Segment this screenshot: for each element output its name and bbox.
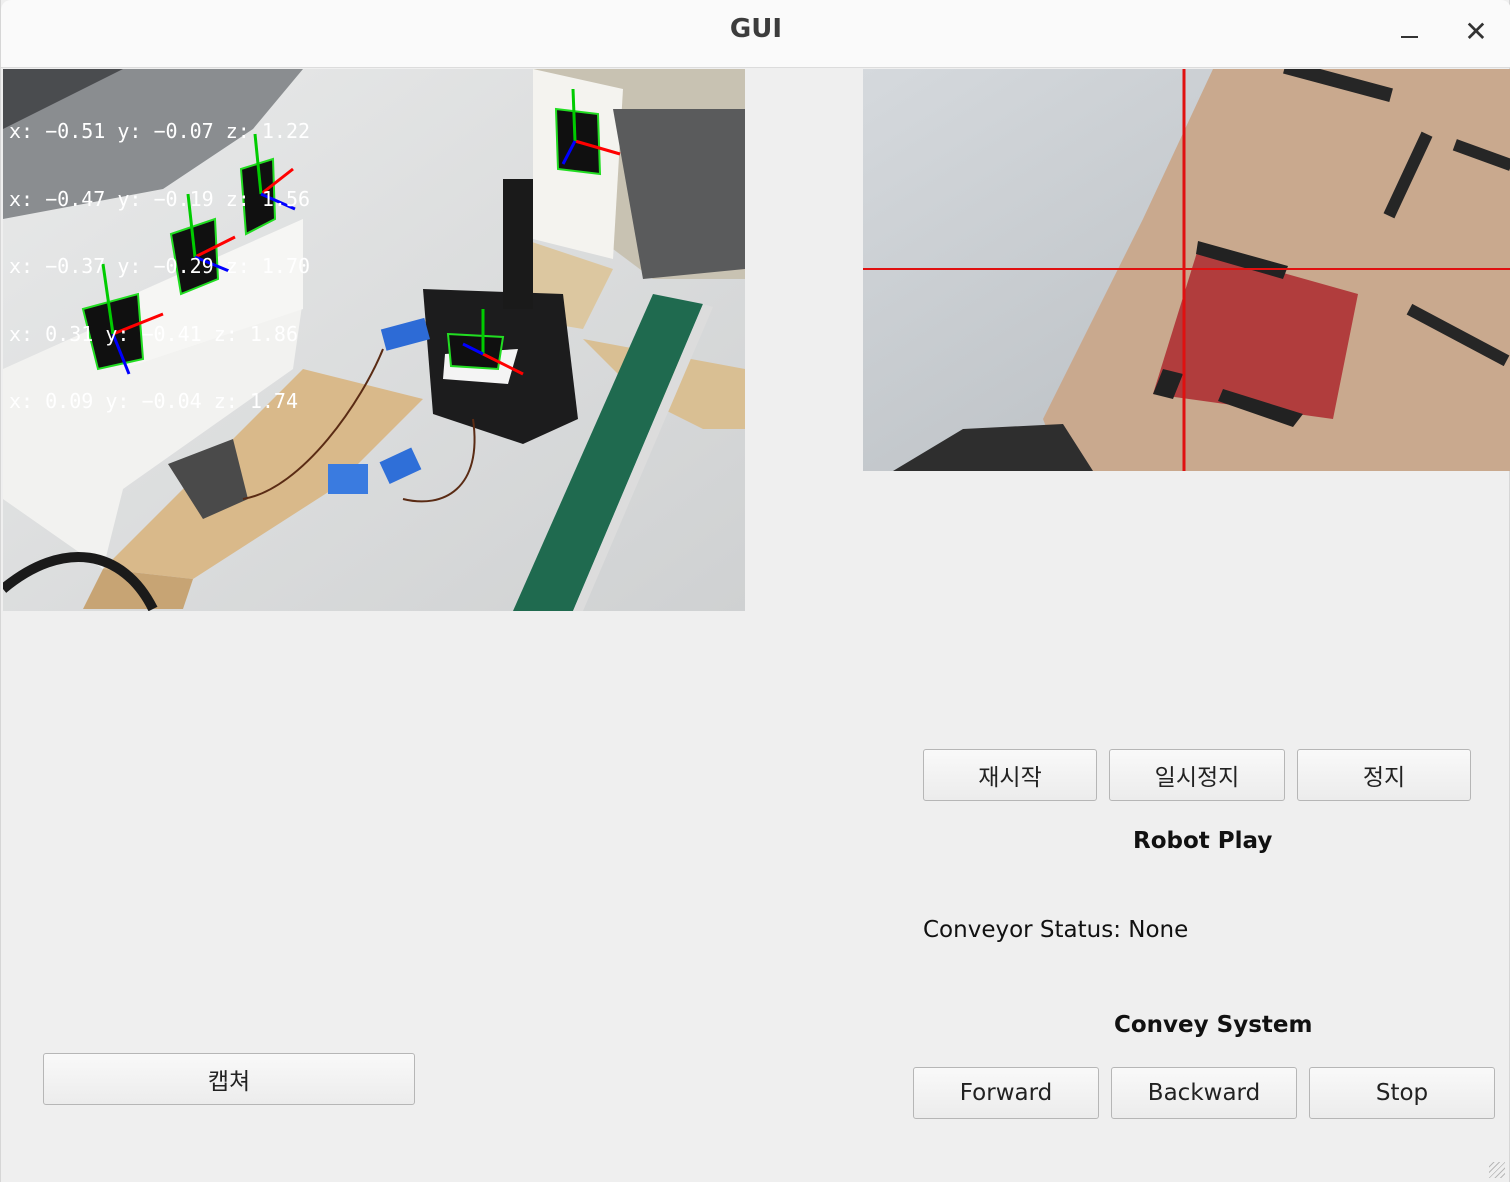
pose-readout: x: −0.51 y: −0.07 z: 1.22 bbox=[9, 119, 311, 143]
capture-button[interactable]: 캡쳐 bbox=[43, 1053, 415, 1105]
convey-system-title: Convey System bbox=[1114, 1012, 1313, 1038]
pose-readout: x: 0.09 y: −0.04 z: 1.74 bbox=[9, 389, 298, 413]
window-title: GUI bbox=[729, 14, 783, 44]
conveyor-backward-button[interactable]: Backward bbox=[1111, 1067, 1297, 1119]
minimize-icon[interactable] bbox=[1391, 16, 1427, 52]
conveyor-stop-button[interactable]: Stop bbox=[1309, 1067, 1495, 1119]
robot-stop-button[interactable]: 정지 bbox=[1297, 749, 1471, 801]
robot-play-title: Robot Play bbox=[1133, 828, 1273, 854]
pause-button[interactable]: 일시정지 bbox=[1109, 749, 1285, 801]
secondary-camera-feed bbox=[863, 69, 1510, 471]
pose-readout: x: −0.47 y: −0.19 z: 1.56 bbox=[9, 186, 311, 211]
secondary-camera-image bbox=[863, 69, 1510, 471]
resize-grip[interactable] bbox=[1489, 1162, 1505, 1178]
conveyor-status: Conveyor Status: None bbox=[923, 917, 1189, 943]
restart-button[interactable]: 재시작 bbox=[923, 749, 1097, 801]
close-icon[interactable]: ✕ bbox=[1458, 16, 1494, 52]
conveyor-forward-button[interactable]: Forward bbox=[913, 1067, 1099, 1119]
main-camera-feed: x: −0.51 y: −0.07 z: 1.22 x: −0.47 y: −0… bbox=[3, 69, 745, 611]
pose-readout: x: −0.37 y: −0.29 z: 1.70 bbox=[9, 254, 311, 278]
pose-readout: x: 0.31 y: −0.41 z: 1.86 bbox=[9, 321, 298, 346]
pose-overlay: x: −0.51 y: −0.07 z: 1.22 x: −0.47 y: −0… bbox=[9, 75, 310, 458]
app-window: GUI ✕ x: −0.51 y: −0.07 z: 1.22 x: −0.47… bbox=[0, 0, 1510, 1182]
title-bar: GUI ✕ bbox=[1, 0, 1510, 68]
